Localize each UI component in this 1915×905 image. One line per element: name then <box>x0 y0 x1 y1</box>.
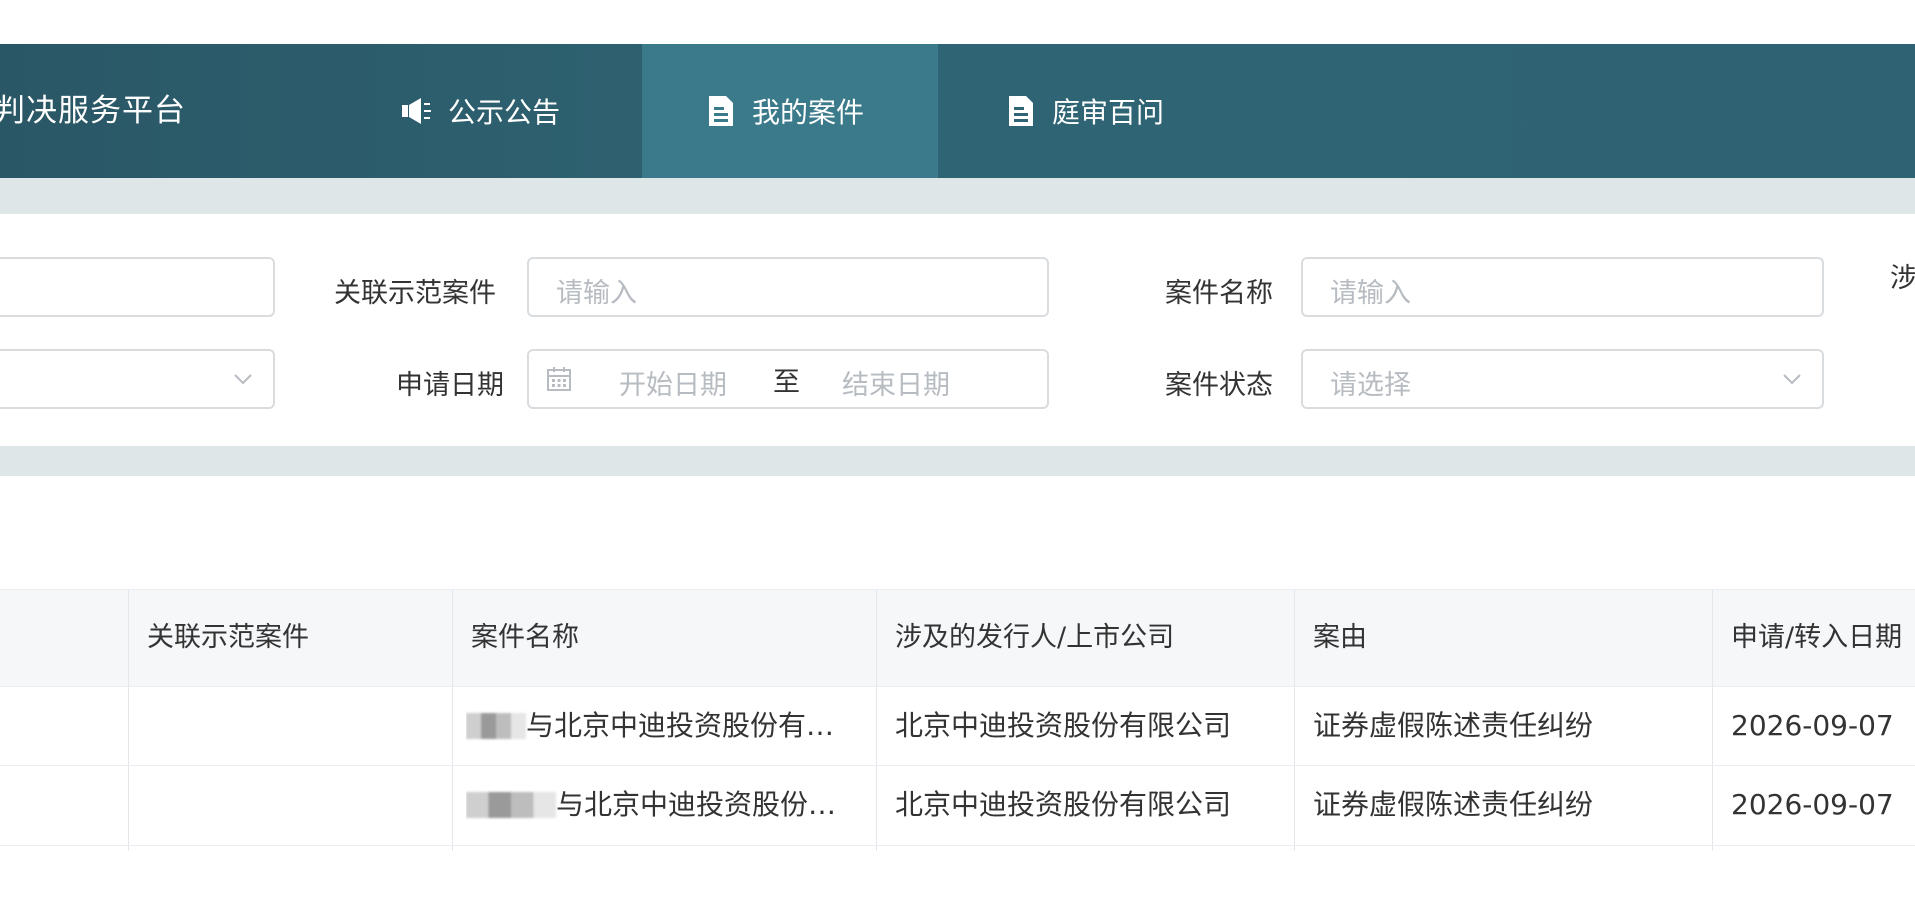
cell-apply-date: 2026-09-07 <box>1731 788 1894 821</box>
cell-cause: 证券虚假陈述责任纠纷 <box>1313 788 1594 821</box>
redacted-name <box>466 792 556 818</box>
top-margin <box>0 0 1915 44</box>
calendar-icon <box>547 367 571 391</box>
chevron-down-icon <box>234 374 252 385</box>
unknown-filter-input[interactable] <box>0 257 275 317</box>
cell-company: 北京中迪投资股份有限公司 <box>895 788 1232 821</box>
case-name-placeholder: 请输入 <box>1330 278 1411 309</box>
related-case-label: 关联示范案件 <box>334 278 496 309</box>
case-name-text: 与北京中迪投资股份… <box>556 788 837 821</box>
column-header-case-name[interactable]: 案件名称 <box>471 589 579 687</box>
top-navbar <box>0 44 1915 178</box>
column-header-company[interactable]: 涉及的发行人/上市公司 <box>895 589 1174 687</box>
nav-label-trial-faq: 庭审百问 <box>1052 96 1165 129</box>
column-header-apply-date[interactable]: 申请/转入日期 <box>1731 589 1902 687</box>
filter-panel <box>0 214 1915 446</box>
header-divider-band <box>0 178 1915 214</box>
cell-case-name[interactable]: 与北京中迪投资股份有… <box>466 687 856 765</box>
chevron-down-icon <box>1783 374 1801 385</box>
nav-item-announcements[interactable]: 公示公告 <box>380 44 642 178</box>
case-status-label: 案件状态 <box>1165 370 1273 401</box>
filter-divider-band <box>0 446 1915 476</box>
column-header-related-case[interactable]: 关联示范案件 <box>147 589 309 687</box>
cell-company: 北京中迪投资股份有限公司 <box>895 709 1232 742</box>
related-case-placeholder: 请输入 <box>556 278 637 309</box>
nav-label-my-cases: 我的案件 <box>752 96 865 129</box>
document-icon <box>1009 96 1033 126</box>
date-range-separator: 至 <box>773 367 800 398</box>
start-date-placeholder[interactable]: 开始日期 <box>619 363 727 402</box>
cell-case-name[interactable]: 与北京中迪投资股份… <box>466 766 856 844</box>
apply-date-label: 申请日期 <box>396 370 504 401</box>
nav-label-announcements: 公示公告 <box>448 96 561 129</box>
redacted-name <box>466 713 526 739</box>
truncated-filter-label: 涉 <box>1890 263 1915 294</box>
nav-item-trial-faq[interactable]: 庭审百问 <box>1000 44 1262 178</box>
case-name-label: 案件名称 <box>1165 278 1273 309</box>
column-header-cause[interactable]: 案由 <box>1313 589 1367 687</box>
cell-apply-date: 2026-09-07 <box>1731 709 1894 742</box>
brand-title: 判决服务平台 <box>0 93 186 129</box>
case-name-text: 与北京中迪投资股份有… <box>526 709 835 742</box>
case-status-placeholder: 请选择 <box>1330 370 1411 401</box>
cell-cause: 证券虚假陈述责任纠纷 <box>1313 709 1594 742</box>
document-icon <box>709 96 733 126</box>
end-date-placeholder[interactable]: 结束日期 <box>842 363 950 402</box>
megaphone-icon <box>402 98 431 124</box>
nav-item-my-cases[interactable]: 我的案件 <box>642 44 938 178</box>
row-divider <box>0 845 1915 846</box>
